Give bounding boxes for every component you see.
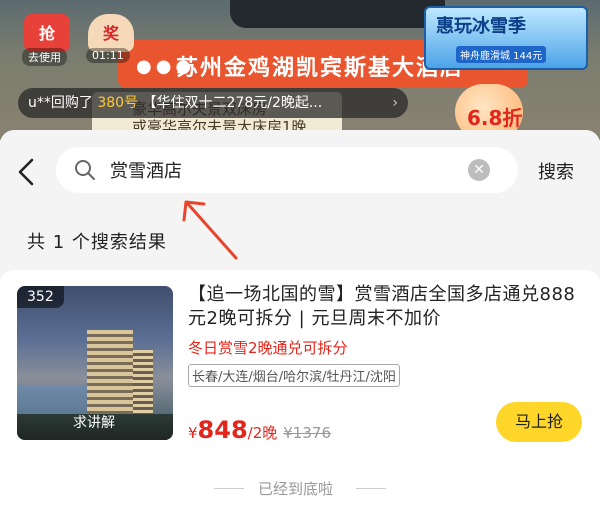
chevron-right-icon: › bbox=[392, 95, 398, 111]
prize-icon: 奖 bbox=[102, 24, 119, 43]
product-image[interactable]: 352 求讲解 bbox=[17, 286, 173, 440]
divider-left bbox=[214, 488, 244, 489]
grab-icon: 抢 bbox=[38, 24, 55, 43]
product-title[interactable]: 【追一场北国的雪】赏雪酒店全国多店通兑888元2晚可拆分 | 元旦周末不加价 bbox=[188, 283, 582, 331]
hotel-annex-shape bbox=[133, 350, 153, 420]
buy-now-button[interactable]: 马上抢 bbox=[496, 402, 582, 442]
divider-right bbox=[356, 488, 386, 489]
search-sheet: ✕ 搜索 共 1 个搜索结果 352 求讲解 【追一场北国的雪】赏雪酒店全国多店… bbox=[0, 130, 600, 518]
promo-banner[interactable]: 惠玩冰雪季 神舟鹿滑城 144元 bbox=[424, 6, 588, 70]
city-tag: 长春/大连/烟台/哈尔滨/牡丹江/沈阳 bbox=[188, 364, 400, 387]
prize-bag-badge[interactable]: 奖 bbox=[88, 14, 134, 52]
ticker-highlight: 380号 bbox=[97, 95, 139, 111]
search-input[interactable] bbox=[110, 147, 470, 193]
search-icon bbox=[75, 160, 95, 180]
ticker-prefix: u**回购了 bbox=[28, 95, 98, 111]
annotation-arrow-icon bbox=[182, 200, 238, 260]
coupon-use-label[interactable]: 去使用 bbox=[22, 48, 67, 66]
promo-title: 惠玩冰雪季 bbox=[436, 16, 526, 37]
purchase-ticker[interactable]: u**回购了 380号 【华住双十二278元/2晚起... › bbox=[18, 88, 408, 118]
promo-subtitle: 神舟鹿滑城 144元 bbox=[456, 46, 547, 63]
clear-icon[interactable]: ✕ bbox=[468, 159, 490, 181]
original-price: ¥1376 bbox=[283, 424, 331, 442]
product-card[interactable]: 352 求讲解 【追一场北国的雪】赏雪酒店全国多店通兑888元2晚可拆分 | 元… bbox=[0, 270, 600, 518]
ticker-suffix: 【华住双十二278元/2晚起... bbox=[138, 95, 323, 111]
prize-timer: 01:11 bbox=[86, 48, 130, 63]
price-block: ¥848/2晚 ¥1376 bbox=[188, 416, 331, 444]
back-arrow-icon bbox=[18, 158, 34, 186]
result-count: 共 1 个搜索结果 bbox=[27, 232, 167, 253]
coupon-grab-badge[interactable]: 抢 bbox=[24, 14, 70, 52]
discount-text: 6.8折 bbox=[467, 106, 523, 130]
stream-banner-top bbox=[230, 0, 445, 28]
price-unit: /2晚 bbox=[247, 424, 278, 442]
image-count-badge: 352 bbox=[17, 286, 64, 308]
back-button[interactable] bbox=[14, 152, 42, 192]
price-currency: ¥ bbox=[188, 424, 198, 442]
end-of-list: 已经到底啦 bbox=[0, 476, 600, 500]
end-of-list-label: 已经到底啦 bbox=[258, 480, 334, 498]
search-box[interactable]: ✕ bbox=[56, 147, 518, 193]
search-button[interactable]: 搜索 bbox=[538, 158, 574, 184]
sign-title: 苏州金鸡湖凯宾斯基大酒店 bbox=[176, 56, 465, 81]
hotel-tower-shape bbox=[87, 330, 133, 420]
price-value: 848 bbox=[197, 416, 248, 444]
product-subtitle: 冬日赏雪2晚通兑可拆分 bbox=[188, 339, 348, 357]
request-explain-button[interactable]: 求讲解 bbox=[73, 412, 115, 432]
